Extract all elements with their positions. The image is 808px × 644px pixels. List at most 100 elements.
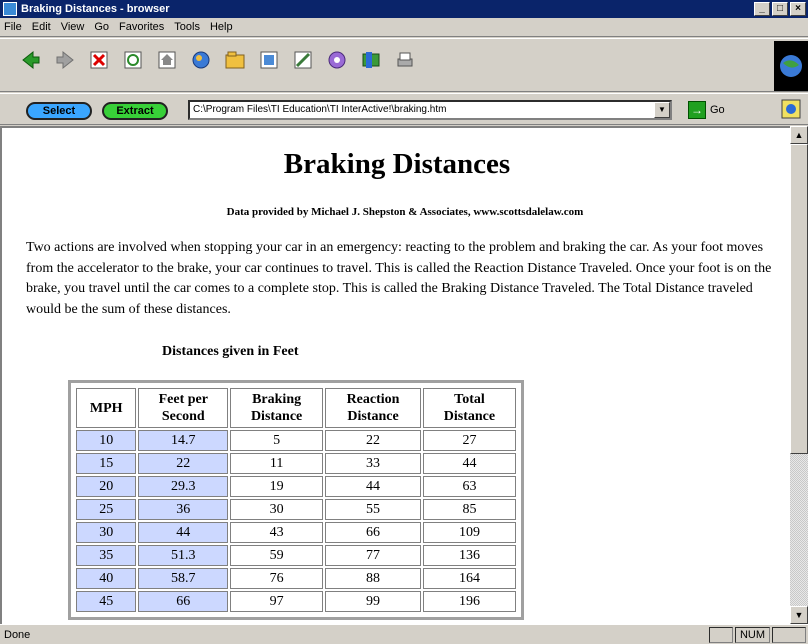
cell-mph: 25	[76, 499, 137, 520]
table-row: 35 51.3 59 77 136	[76, 545, 516, 566]
history-icon[interactable]	[256, 47, 282, 73]
fullscreen-icon[interactable]	[324, 47, 350, 73]
cell-mph: 35	[76, 545, 137, 566]
minimize-button[interactable]: _	[754, 2, 770, 16]
address-bar: Select Extract C:\Program Files\TI Educa…	[0, 93, 808, 125]
cell-fps: 51.3	[138, 545, 229, 566]
menu-edit[interactable]: Edit	[32, 21, 51, 33]
chevron-down-icon[interactable]: ▼	[654, 102, 670, 118]
print-icon[interactable]	[392, 47, 418, 73]
table-row: 45 66 97 99 196	[76, 591, 516, 612]
scroll-up-icon[interactable]: ▲	[790, 126, 808, 144]
cell-mph: 10	[76, 430, 137, 451]
page-content: Braking Distances Data provided by Micha…	[0, 126, 790, 624]
header-feet-per-second: Feet per Second	[138, 388, 229, 428]
go-button[interactable]: → Go	[688, 101, 725, 119]
cell-reaction: 44	[325, 476, 421, 497]
cell-mph: 20	[76, 476, 137, 497]
browser-window: Braking Distances - browser _ □ × File E…	[0, 0, 808, 644]
cell-reaction: 77	[325, 545, 421, 566]
back-icon[interactable]	[18, 47, 44, 73]
cell-mph: 15	[76, 453, 137, 474]
table-caption: Distances given in Feet	[162, 344, 299, 359]
intro-paragraph: Two actions are involved when stopping y…	[26, 240, 772, 317]
maximize-button[interactable]: □	[772, 2, 788, 16]
cell-fps: 58.7	[138, 568, 229, 589]
num-lock-indicator: NUM	[734, 626, 770, 643]
cell-fps: 22	[138, 453, 229, 474]
cell-reaction: 66	[325, 522, 421, 543]
cell-fps: 66	[138, 591, 229, 612]
cell-braking: 59	[230, 545, 324, 566]
mail-icon[interactable]	[358, 47, 384, 73]
cell-reaction: 22	[325, 430, 421, 451]
cell-reaction: 88	[325, 568, 421, 589]
favorites-icon[interactable]	[222, 47, 248, 73]
table-row: 25 36 30 55 85	[76, 499, 516, 520]
cell-braking: 43	[230, 522, 324, 543]
cell-total: 44	[422, 453, 516, 474]
table-row: 10 14.7 5 22 27	[76, 430, 516, 451]
standard-toolbar	[0, 38, 808, 92]
refresh-icon[interactable]	[120, 47, 146, 73]
header-reaction-distance: Reaction Distance	[325, 388, 421, 428]
go-label: Go	[710, 104, 725, 116]
window-title: Braking Distances - browser	[21, 3, 170, 15]
browser-logo-icon	[774, 41, 808, 91]
status-text: Done	[4, 628, 31, 641]
cell-reaction: 55	[325, 499, 421, 520]
header-total-distance: Total Distance	[422, 388, 516, 428]
select-button[interactable]: Select	[26, 102, 92, 120]
links-icon[interactable]	[780, 98, 802, 120]
cell-mph: 40	[76, 568, 137, 589]
cell-total: 63	[422, 476, 516, 497]
data-credit: Data provided by Michael J. Shepston & A…	[226, 206, 584, 218]
menu-tools[interactable]: Tools	[174, 21, 200, 33]
cell-total: 164	[422, 568, 516, 589]
menu-help[interactable]: Help	[210, 21, 233, 33]
cell-braking: 30	[230, 499, 324, 520]
go-arrow-icon: →	[688, 101, 706, 119]
table-row: 40 58.7 76 88 164	[76, 568, 516, 589]
url-input[interactable]: C:\Program Files\TI Education\TI InterAc…	[188, 100, 672, 120]
cell-total: 196	[422, 591, 516, 612]
menu-view[interactable]: View	[61, 21, 85, 33]
cell-fps: 44	[138, 522, 229, 543]
extract-button[interactable]: Extract	[102, 102, 168, 120]
scroll-thumb[interactable]	[790, 144, 808, 454]
page-title: Braking Distances	[283, 148, 511, 180]
cell-mph: 30	[76, 522, 137, 543]
cell-total: 136	[422, 545, 516, 566]
cell-braking: 19	[230, 476, 324, 497]
cell-braking: 11	[230, 453, 324, 474]
distances-table: MPH Feet per Second Braking Distance React…	[68, 380, 524, 620]
cell-reaction: 99	[325, 591, 421, 612]
status-bar: Done NUM	[0, 624, 808, 644]
close-button[interactable]: ×	[790, 2, 806, 16]
home-icon[interactable]	[154, 47, 180, 73]
cell-total: 109	[422, 522, 516, 543]
stop-icon[interactable]	[86, 47, 112, 73]
channels-icon[interactable]	[290, 47, 316, 73]
cell-mph: 45	[76, 591, 137, 612]
status-panel	[772, 626, 806, 643]
menu-go[interactable]: Go	[94, 21, 109, 33]
vertical-scrollbar[interactable]: ▲ ▼	[790, 126, 808, 624]
scroll-down-icon[interactable]: ▼	[790, 606, 808, 624]
cell-braking: 5	[230, 430, 324, 451]
header-mph: MPH	[76, 388, 137, 428]
search-icon[interactable]	[188, 47, 214, 73]
table-row: 30 44 43 66 109	[76, 522, 516, 543]
menu-file[interactable]: File	[4, 21, 22, 33]
browser-app-icon	[3, 2, 17, 16]
table-row: 15 22 11 33 44	[76, 453, 516, 474]
cell-fps: 29.3	[138, 476, 229, 497]
menu-favorites[interactable]: Favorites	[119, 21, 164, 33]
table-header-row: MPH Feet per Second Braking Distance React…	[76, 388, 516, 428]
cell-braking: 76	[230, 568, 324, 589]
cell-braking: 97	[230, 591, 324, 612]
cell-total: 85	[422, 499, 516, 520]
cell-fps: 36	[138, 499, 229, 520]
forward-icon[interactable]	[52, 47, 78, 73]
cell-fps: 14.7	[138, 430, 229, 451]
